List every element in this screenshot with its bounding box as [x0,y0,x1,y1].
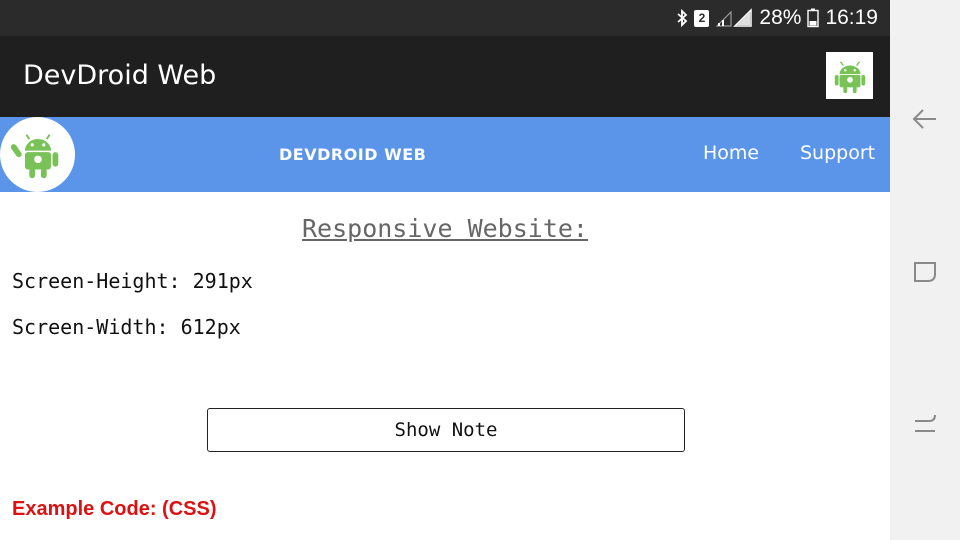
bluetooth-icon [676,9,688,27]
recents-icon[interactable] [910,256,940,286]
battery-icon [807,8,820,28]
show-note-button[interactable]: Show Note [207,408,685,452]
web-nav-bar: DEVDROID WEB Home Support [0,117,890,192]
app-title: DevDroid Web [23,60,217,91]
nav-link-support[interactable]: Support [800,142,875,164]
page-heading: Responsive Website: [302,214,588,243]
signal-icon [715,8,753,28]
battery-level: 28% [759,6,802,29]
status-icons: 2 28% 16:19 [676,0,878,36]
nav-link-home[interactable]: Home [703,142,759,164]
android-logo-icon[interactable] [826,52,873,99]
screen-width-text: Screen-Width: 612px [12,315,241,339]
screen-height-text: Screen-Height: 291px [12,269,253,293]
back-icon[interactable] [910,104,940,134]
android-logo-icon[interactable] [0,117,75,192]
sim-badge: 2 [694,9,710,27]
status-bar: 2 28% 16:19 [0,0,890,36]
action-bar: DevDroid Web [0,36,890,117]
home-icon[interactable] [910,408,940,438]
page-content: Responsive Website: Screen-Height: 291px… [0,192,890,540]
clock: 16:19 [825,6,878,29]
site-brand[interactable]: DEVDROID WEB [279,145,426,164]
example-code-heading: Example Code: (CSS) [12,498,217,520]
system-nav-bar [890,0,960,540]
